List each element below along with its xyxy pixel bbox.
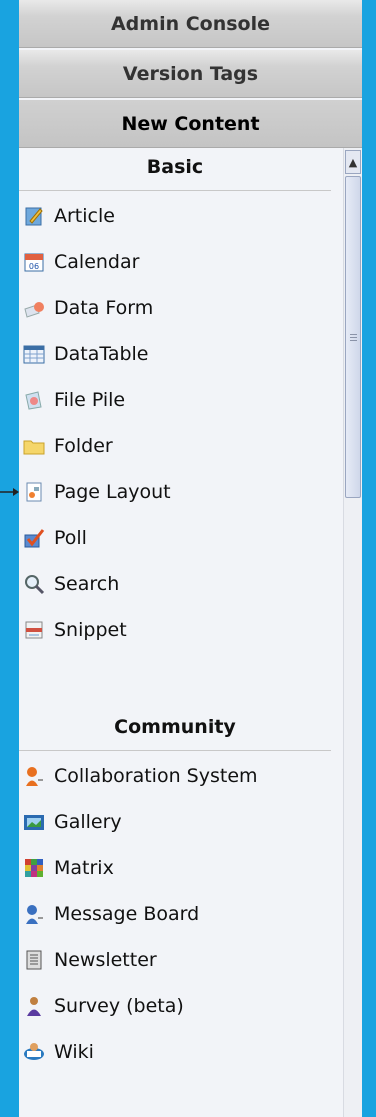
search-icon (22, 572, 46, 596)
item-gallery[interactable]: Gallery (19, 804, 122, 840)
grip-icon (349, 333, 357, 341)
gallery-icon (22, 810, 46, 834)
item-label: Search (54, 573, 120, 595)
item-label: Page Layout (54, 481, 171, 503)
collaboration-icon (22, 764, 46, 788)
item-label: File Pile (54, 389, 126, 411)
item-article[interactable]: Article (19, 198, 115, 234)
section-title-basic: Basic (146, 156, 204, 178)
calendar-icon-text: 06 (29, 262, 39, 271)
item-label: DataTable (54, 343, 149, 365)
item-datatable[interactable]: DataTable (19, 336, 149, 372)
newsletter-icon (22, 948, 46, 972)
item-label: Message Board (54, 903, 200, 925)
data-form-icon (22, 296, 46, 320)
item-label: Data Form (54, 297, 154, 319)
poll-icon (22, 526, 46, 550)
item-label: Poll (54, 527, 87, 549)
folder-icon (22, 434, 46, 458)
survey-icon (22, 994, 46, 1018)
item-label: Calendar (54, 251, 140, 273)
item-newsletter[interactable]: Newsletter (19, 942, 157, 978)
version-tags-label: Version Tags (122, 62, 259, 85)
item-folder[interactable]: Folder (19, 428, 113, 464)
matrix-icon (22, 856, 46, 880)
item-data-form[interactable]: Data Form (19, 290, 153, 326)
item-poll[interactable]: Poll (19, 520, 87, 556)
item-label: Wiki (54, 1041, 94, 1063)
message-board-icon (22, 902, 46, 926)
item-collaboration-system[interactable]: Collaboration System (19, 758, 258, 794)
new-content-tab[interactable]: New Content (19, 100, 362, 148)
snippet-icon (22, 618, 46, 642)
new-content-label: New Content (121, 112, 260, 135)
item-label: Article (54, 205, 115, 227)
item-label: Newsletter (54, 949, 157, 971)
item-label: Snippet (54, 619, 127, 641)
article-icon (22, 204, 46, 228)
wiki-icon (22, 1040, 46, 1064)
item-file-pile[interactable]: File Pile (19, 382, 125, 418)
calendar-icon: 06 (22, 250, 46, 274)
admin-panel: Admin Console Version Tags New Content B… (19, 0, 362, 1117)
item-label: Survey (beta) (54, 995, 184, 1017)
item-search[interactable]: Search (19, 566, 119, 602)
section-title-community: Community (114, 716, 236, 738)
page-layout-icon (22, 480, 46, 504)
datatable-icon (22, 342, 46, 366)
item-label: Gallery (54, 811, 122, 833)
item-page-layout[interactable]: Page Layout (19, 474, 171, 510)
new-content-list: Basic Article 06 Calendar Data Form Data… (19, 148, 341, 1117)
item-snippet[interactable]: Snippet (19, 612, 127, 648)
file-pile-icon (22, 388, 46, 412)
scrollbar-thumb[interactable] (345, 176, 361, 498)
version-tags-tab[interactable]: Version Tags (19, 50, 362, 98)
item-message-board[interactable]: Message Board (19, 896, 199, 932)
item-label: Matrix (54, 857, 114, 879)
section-divider (19, 750, 331, 751)
admin-console-tab[interactable]: Admin Console (19, 0, 362, 48)
pointer-arrow-icon (0, 488, 19, 496)
item-label: Collaboration System (54, 765, 258, 787)
item-matrix[interactable]: Matrix (19, 850, 114, 886)
item-survey[interactable]: Survey (beta) (19, 988, 184, 1024)
item-wiki[interactable]: Wiki (19, 1034, 94, 1070)
admin-console-label: Admin Console (110, 12, 271, 35)
scroll-up-button[interactable]: ▲ (345, 150, 361, 174)
item-label: Folder (54, 435, 113, 457)
item-calendar[interactable]: 06 Calendar (19, 244, 139, 280)
vertical-scrollbar[interactable]: ▲ (343, 148, 362, 1117)
section-divider (19, 190, 331, 191)
